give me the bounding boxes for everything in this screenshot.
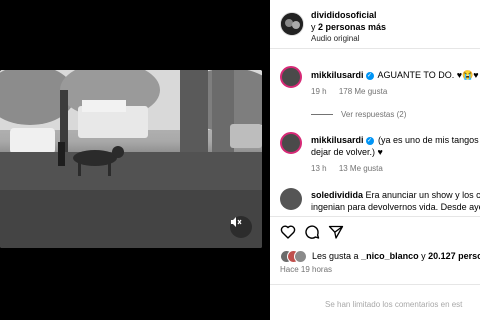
likes-user[interactable]: _nico_blanco: [361, 251, 419, 261]
avatar-image: [281, 13, 303, 35]
view-replies[interactable]: Ver respuestas (2): [311, 110, 406, 119]
verified-icon: ✓: [365, 71, 374, 80]
comment-likes[interactable]: 178 Me gusta: [339, 87, 387, 96]
likes-connector: y: [421, 251, 426, 261]
replies-line: [311, 114, 333, 116]
comment-username[interactable]: soledividida: [311, 190, 363, 200]
comment-text: mikkilusardi ✓ AGUANTE TO DO. ♥😭♥: [311, 69, 480, 81]
comment-text: mikkilusardi ✓ (ya es uno de mis tangos f…: [311, 134, 480, 158]
share-icon: [328, 225, 344, 239]
comment-body: AGUANTE TO DO. ♥😭♥: [377, 70, 479, 80]
footer-divider: [270, 284, 480, 285]
liker-avatar: [294, 250, 307, 263]
comment-avatar[interactable]: [280, 66, 302, 88]
heart-icon: [280, 225, 296, 239]
comments-limited-notice: Se han limitado los comentarios en est: [325, 300, 463, 309]
comment-body-line1: Era anunciar un show y los ch: [365, 190, 480, 200]
comment-body-line1: (ya es uno de mis tangos fa: [378, 135, 480, 145]
comment-meta: 13 h 13 Me gusta: [311, 164, 393, 173]
video-player[interactable]: [0, 70, 262, 248]
post-details-panel: divididosoficial y 2 personas más Audio …: [270, 0, 480, 320]
volume-mute-icon: [231, 217, 242, 227]
media-pane: [0, 0, 270, 320]
collab-count[interactable]: 2 personas más: [318, 22, 386, 32]
header-divider: [270, 48, 480, 49]
like-button[interactable]: [280, 224, 296, 240]
comment-age: 19 h: [311, 87, 327, 96]
comment-avatar[interactable]: [280, 188, 302, 210]
comment-username[interactable]: mikkilusardi: [311, 70, 364, 80]
post-time[interactable]: Hace 19 horas: [280, 265, 332, 274]
comment-body-line2: ingenian para devolvernos vida. Desde ay…: [311, 202, 480, 212]
comment-icon: [305, 225, 320, 239]
likes-prefix: Les gusta a: [312, 251, 359, 261]
mute-button[interactable]: [230, 216, 252, 238]
comment-likes[interactable]: 13 Me gusta: [339, 164, 383, 173]
share-button[interactable]: [328, 224, 344, 240]
author-avatar[interactable]: [280, 12, 304, 36]
comment-age: 13 h: [311, 164, 327, 173]
comment-meta: 19 h 178 Me gusta: [311, 87, 397, 96]
audio-link[interactable]: Audio original: [311, 34, 359, 43]
author-username[interactable]: divididosoficial: [311, 10, 377, 20]
verified-icon: ✓: [365, 136, 374, 145]
comment-avatar[interactable]: [280, 132, 302, 154]
likes-count[interactable]: 20.127 persona: [428, 251, 480, 261]
comment-body-line2: dejar de volver.) ♥: [311, 147, 383, 157]
actions-divider: [270, 216, 480, 217]
comment-text: soledividida Era anunciar un show y los …: [311, 189, 480, 213]
comment-button[interactable]: [304, 224, 320, 240]
comment-username[interactable]: mikkilusardi: [311, 135, 364, 145]
view-replies-label: Ver respuestas (2): [341, 110, 407, 119]
video-frame: [0, 70, 262, 248]
collab-prefix: y: [311, 22, 316, 32]
likes-summary[interactable]: Les gusta a _nico_blanco y 20.127 person…: [312, 251, 480, 261]
collaborators-line[interactable]: y 2 personas más: [311, 22, 386, 32]
